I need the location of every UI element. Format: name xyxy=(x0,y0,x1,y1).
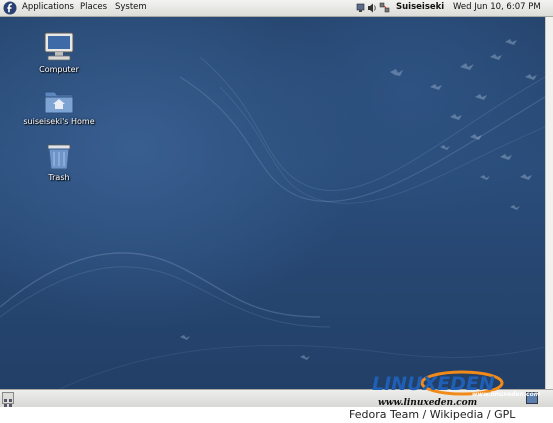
show-desktop-icon xyxy=(4,399,12,407)
desktop-icon-label: Computer xyxy=(39,65,79,74)
top-panel: Applications Places System Suiseiseki We… xyxy=(0,0,553,17)
show-desktop-button[interactable] xyxy=(2,392,14,407)
linuxeden-logo-sub: www.linuxeden.com xyxy=(472,391,540,398)
desktop-background[interactable]: Computer suiseiseki's Home Trash xyxy=(0,17,545,389)
linuxeden-logo: LINUXEDEN www.linuxeden.com xyxy=(372,369,548,399)
volume-icon[interactable] xyxy=(368,3,376,13)
clock[interactable]: Wed Jun 10, 6:07 PM xyxy=(453,2,541,12)
right-edge-strip xyxy=(545,17,553,389)
menu-places[interactable]: Places xyxy=(80,2,107,12)
menu-system[interactable]: System xyxy=(115,2,147,12)
home-folder-icon xyxy=(44,91,74,114)
watermark-url: www.linuxeden.com xyxy=(378,398,478,408)
desktop-icon-trash[interactable]: Trash xyxy=(14,141,104,182)
desktop-icon-home[interactable]: suiseiseki's Home xyxy=(14,87,104,126)
desktop-icon-label: Trash xyxy=(48,173,70,182)
notification-tray xyxy=(356,2,390,13)
network-icon[interactable] xyxy=(379,2,390,13)
desktop-icon-label: suiseiseki's Home xyxy=(23,117,95,126)
user-switcher[interactable]: Suiseiseki xyxy=(396,2,444,12)
linuxeden-logo-art: LINUXEDEN www.linuxeden.com xyxy=(372,370,540,398)
computer-icon xyxy=(44,32,74,61)
trash-icon xyxy=(47,144,71,170)
menu-applications[interactable]: Applications xyxy=(22,2,74,12)
fedora-logo-icon[interactable] xyxy=(3,1,17,15)
desktop-icon-computer[interactable]: Computer xyxy=(14,31,104,74)
image-credit: Fedora Team / Wikipedia / GPL xyxy=(349,408,516,421)
monitor-icon[interactable] xyxy=(356,3,365,12)
